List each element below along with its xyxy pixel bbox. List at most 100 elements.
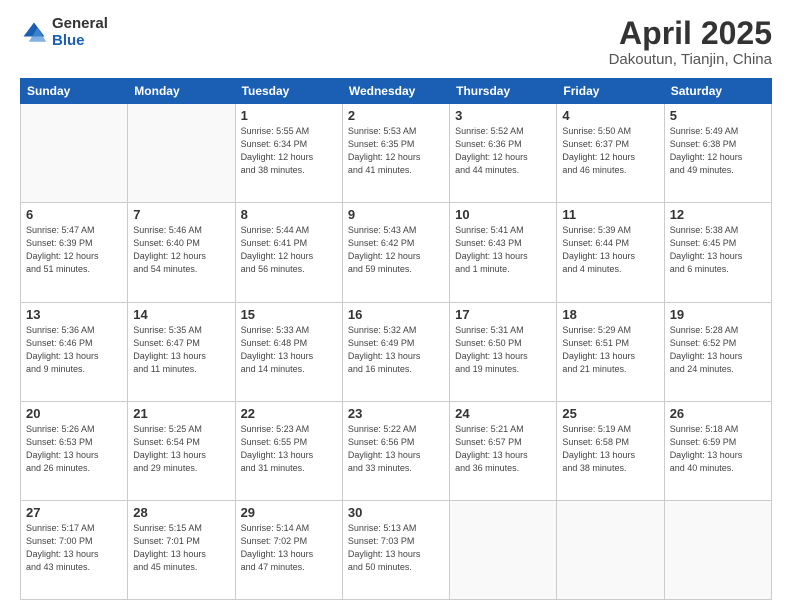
calendar-cell: 8 Sunrise: 5:44 AM Sunset: 6:41 PM Daylig… [235,203,342,302]
day-info: Sunrise: 5:39 AM Sunset: 6:44 PM Dayligh… [562,224,658,276]
day-number: 8 [241,207,337,222]
calendar-cell: 14 Sunrise: 5:35 AM Sunset: 6:47 PM Dayli… [128,302,235,401]
day-number: 1 [241,108,337,123]
day-number: 3 [455,108,551,123]
calendar-table: SundayMondayTuesdayWednesdayThursdayFrid… [20,78,772,600]
day-info: Sunrise: 5:35 AM Sunset: 6:47 PM Dayligh… [133,324,229,376]
calendar-cell [557,500,664,599]
calendar-subtitle: Dakoutun, Tianjin, China [609,51,772,68]
logo-blue: Blue [52,33,108,50]
calendar-cell [21,104,128,203]
weekday-header: Wednesday [342,79,449,104]
day-info: Sunrise: 5:17 AM Sunset: 7:00 PM Dayligh… [26,522,122,574]
day-info: Sunrise: 5:43 AM Sunset: 6:42 PM Dayligh… [348,224,444,276]
day-number: 19 [670,307,766,322]
calendar-body: 1 Sunrise: 5:55 AM Sunset: 6:34 PM Daylig… [21,104,772,600]
day-number: 15 [241,307,337,322]
calendar-cell: 16Sunrise: 5:32 AM Sunset: 6:49 PM Dayli… [342,302,449,401]
calendar-cell: 11Sunrise: 5:39 AM Sunset: 6:44 PM Dayli… [557,203,664,302]
calendar-week-row: 27Sunrise: 5:17 AM Sunset: 7:00 PM Dayli… [21,500,772,599]
day-info: Sunrise: 5:21 AM Sunset: 6:57 PM Dayligh… [455,423,551,475]
day-number: 6 [26,207,122,222]
calendar-cell: 10Sunrise: 5:41 AM Sunset: 6:43 PM Dayli… [450,203,557,302]
calendar-cell: 26 Sunrise: 5:18 AM Sunset: 6:59 PM Dayli… [664,401,771,500]
weekday-header: Saturday [664,79,771,104]
day-info: Sunrise: 5:18 AM Sunset: 6:59 PM Dayligh… [670,423,766,475]
calendar-cell: 9 Sunrise: 5:43 AM Sunset: 6:42 PM Daylig… [342,203,449,302]
day-info: Sunrise: 5:22 AM Sunset: 6:56 PM Dayligh… [348,423,444,475]
calendar-cell: 21 Sunrise: 5:25 AM Sunset: 6:54 PM Dayli… [128,401,235,500]
day-number: 17 [455,307,551,322]
day-number: 18 [562,307,658,322]
day-number: 28 [133,505,229,520]
calendar-week-row: 20 Sunrise: 5:26 AM Sunset: 6:53 PM Dayli… [21,401,772,500]
calendar-header: SundayMondayTuesdayWednesdayThursdayFrid… [21,79,772,104]
weekday-header: Friday [557,79,664,104]
calendar-cell: 7 Sunrise: 5:46 AM Sunset: 6:40 PM Daylig… [128,203,235,302]
day-number: 12 [670,207,766,222]
day-info: Sunrise: 5:44 AM Sunset: 6:41 PM Dayligh… [241,224,337,276]
day-number: 20 [26,406,122,421]
day-number: 5 [670,108,766,123]
calendar-cell: 1 Sunrise: 5:55 AM Sunset: 6:34 PM Daylig… [235,104,342,203]
calendar-cell: 12 Sunrise: 5:38 AM Sunset: 6:45 PM Dayli… [664,203,771,302]
day-number: 30 [348,505,444,520]
page: General Blue April 2025 Dakoutun, Tianji… [0,0,792,612]
day-info: Sunrise: 5:52 AM Sunset: 6:36 PM Dayligh… [455,125,551,177]
weekday-header: Monday [128,79,235,104]
day-number: 10 [455,207,551,222]
day-number: 2 [348,108,444,123]
calendar-cell: 5 Sunrise: 5:49 AM Sunset: 6:38 PM Daylig… [664,104,771,203]
calendar-cell: 18 Sunrise: 5:29 AM Sunset: 6:51 PM Dayli… [557,302,664,401]
day-info: Sunrise: 5:31 AM Sunset: 6:50 PM Dayligh… [455,324,551,376]
day-number: 13 [26,307,122,322]
day-info: Sunrise: 5:25 AM Sunset: 6:54 PM Dayligh… [133,423,229,475]
day-number: 21 [133,406,229,421]
calendar-cell: 15 Sunrise: 5:33 AM Sunset: 6:48 PM Dayli… [235,302,342,401]
day-info: Sunrise: 5:47 AM Sunset: 6:39 PM Dayligh… [26,224,122,276]
logo-general: General [52,16,108,33]
calendar-cell: 29Sunrise: 5:14 AM Sunset: 7:02 PM Dayli… [235,500,342,599]
weekday-header: Thursday [450,79,557,104]
day-info: Sunrise: 5:36 AM Sunset: 6:46 PM Dayligh… [26,324,122,376]
day-info: Sunrise: 5:28 AM Sunset: 6:52 PM Dayligh… [670,324,766,376]
day-number: 16 [348,307,444,322]
calendar-week-row: 13 Sunrise: 5:36 AM Sunset: 6:46 PM Dayli… [21,302,772,401]
day-info: Sunrise: 5:26 AM Sunset: 6:53 PM Dayligh… [26,423,122,475]
logo-icon [20,19,48,47]
day-number: 22 [241,406,337,421]
calendar-title: April 2025 [609,16,772,51]
day-number: 7 [133,207,229,222]
day-info: Sunrise: 5:13 AM Sunset: 7:03 PM Dayligh… [348,522,444,574]
weekday-header: Tuesday [235,79,342,104]
calendar-cell: 17 Sunrise: 5:31 AM Sunset: 6:50 PM Dayli… [450,302,557,401]
calendar-cell: 13 Sunrise: 5:36 AM Sunset: 6:46 PM Dayli… [21,302,128,401]
day-info: Sunrise: 5:55 AM Sunset: 6:34 PM Dayligh… [241,125,337,177]
day-number: 9 [348,207,444,222]
day-info: Sunrise: 5:14 AM Sunset: 7:02 PM Dayligh… [241,522,337,574]
calendar-week-row: 1 Sunrise: 5:55 AM Sunset: 6:34 PM Daylig… [21,104,772,203]
calendar-cell: 24Sunrise: 5:21 AM Sunset: 6:57 PM Dayli… [450,401,557,500]
day-info: Sunrise: 5:53 AM Sunset: 6:35 PM Dayligh… [348,125,444,177]
calendar-cell: 20 Sunrise: 5:26 AM Sunset: 6:53 PM Dayli… [21,401,128,500]
calendar-cell [128,104,235,203]
day-info: Sunrise: 5:46 AM Sunset: 6:40 PM Dayligh… [133,224,229,276]
day-info: Sunrise: 5:49 AM Sunset: 6:38 PM Dayligh… [670,125,766,177]
day-info: Sunrise: 5:33 AM Sunset: 6:48 PM Dayligh… [241,324,337,376]
calendar-cell [450,500,557,599]
day-info: Sunrise: 5:23 AM Sunset: 6:55 PM Dayligh… [241,423,337,475]
day-number: 14 [133,307,229,322]
calendar-cell: 23 Sunrise: 5:22 AM Sunset: 6:56 PM Dayli… [342,401,449,500]
day-info: Sunrise: 5:38 AM Sunset: 6:45 PM Dayligh… [670,224,766,276]
day-info: Sunrise: 5:15 AM Sunset: 7:01 PM Dayligh… [133,522,229,574]
weekday-header: Sunday [21,79,128,104]
day-number: 23 [348,406,444,421]
day-info: Sunrise: 5:19 AM Sunset: 6:58 PM Dayligh… [562,423,658,475]
calendar-cell: 6 Sunrise: 5:47 AM Sunset: 6:39 PM Daylig… [21,203,128,302]
day-info: Sunrise: 5:29 AM Sunset: 6:51 PM Dayligh… [562,324,658,376]
day-number: 4 [562,108,658,123]
calendar-cell: 22 Sunrise: 5:23 AM Sunset: 6:55 PM Dayli… [235,401,342,500]
calendar-cell: 25Sunrise: 5:19 AM Sunset: 6:58 PM Dayli… [557,401,664,500]
weekday-row: SundayMondayTuesdayWednesdayThursdayFrid… [21,79,772,104]
day-number: 26 [670,406,766,421]
